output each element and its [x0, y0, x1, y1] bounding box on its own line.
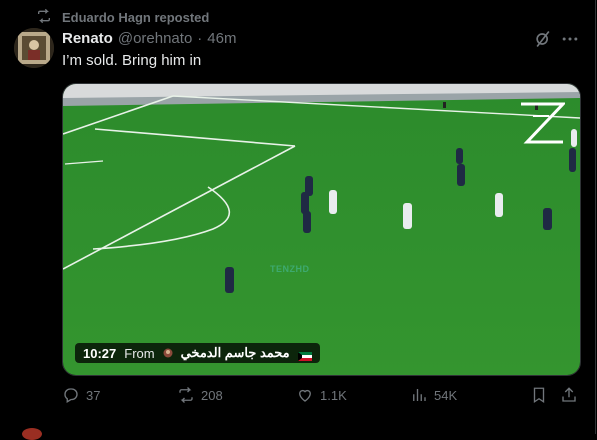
- views-count: 54K: [434, 387, 458, 403]
- views-button[interactable]: 54K: [410, 386, 457, 404]
- like-button[interactable]: 1.1K: [296, 386, 347, 404]
- author-handle[interactable]: @orehnato: [118, 30, 192, 47]
- post[interactable]: Eduardo Hagn reposted Renato @orehnato ·…: [0, 0, 596, 440]
- views-icon: [413, 389, 426, 401]
- heart-icon: [299, 389, 311, 402]
- like-count: 1.1K: [320, 387, 347, 403]
- watermark: TENZHD: [270, 264, 310, 274]
- bookmark-icon: [533, 387, 545, 404]
- video-frame: [63, 84, 580, 375]
- video-duration: 10:27: [83, 345, 117, 361]
- action-bar: 37 208 1.1K 54K: [62, 386, 582, 408]
- share-button[interactable]: [560, 386, 578, 404]
- reply-button[interactable]: 37: [62, 386, 100, 404]
- kuwait-flag-icon: [297, 349, 312, 361]
- video-player[interactable]: TENZHD 10:27 From محمد جاسم الدمخي: [62, 83, 581, 376]
- source-avatar-icon: [163, 346, 173, 361]
- video-info-overlay[interactable]: 10:27 From محمد جاسم الدمخي: [75, 343, 320, 363]
- repost-indicator[interactable]: Eduardo Hagn reposted: [36, 8, 209, 27]
- reply-icon: [64, 388, 78, 403]
- separator: ·: [197, 30, 203, 47]
- more-icon[interactable]: [560, 29, 580, 49]
- bookmark-button[interactable]: [530, 386, 548, 404]
- author-name[interactable]: Renato: [62, 30, 113, 47]
- repost-icon: [36, 8, 52, 27]
- grok-icon[interactable]: [533, 29, 553, 49]
- avatar[interactable]: [14, 28, 54, 68]
- broadcaster-logo: [521, 102, 565, 144]
- post-timestamp[interactable]: 46m: [207, 30, 236, 47]
- post-header: Renato @orehnato · 46m: [62, 30, 236, 47]
- from-label: From: [124, 345, 155, 361]
- repost-count: 208: [201, 387, 223, 403]
- source-name[interactable]: محمد جاسم الدمخي: [181, 345, 290, 361]
- repost-button[interactable]: 208: [177, 386, 223, 404]
- next-post-avatar[interactable]: [22, 428, 42, 440]
- repost-icon: [179, 387, 193, 403]
- post-text: I’m sold. Bring him in: [62, 52, 202, 69]
- repost-label[interactable]: Eduardo Hagn reposted: [62, 10, 209, 25]
- share-icon: [562, 387, 576, 402]
- reply-count: 37: [86, 387, 101, 403]
